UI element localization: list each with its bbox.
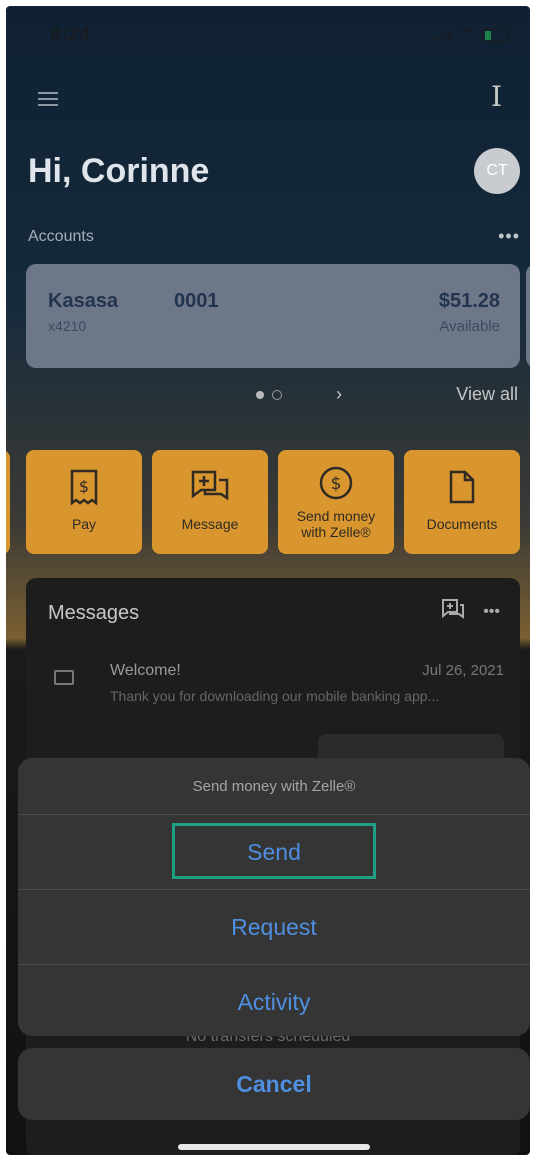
- document-icon: [448, 468, 476, 506]
- accounts-more-button[interactable]: •••: [498, 226, 520, 247]
- quick-action-partial[interactable]: [6, 450, 10, 554]
- envelope-icon: [54, 670, 74, 685]
- account-card[interactable]: Kasasa 0001 x4210 $51.28 Available: [26, 264, 520, 368]
- battery-icon: [482, 28, 510, 43]
- account-balance: $51.28: [438, 290, 500, 312]
- svg-text:$: $: [331, 474, 342, 494]
- text-cursor-icon: I: [490, 80, 502, 113]
- home-indicator: [178, 1144, 370, 1150]
- status-bar: 8:24: [50, 24, 510, 50]
- action-sheet: Send money with Zelle® Send Request Acti…: [18, 758, 530, 1036]
- menu-icon[interactable]: [38, 88, 58, 110]
- signal-icon: [434, 30, 452, 41]
- quick-action-zelle[interactable]: $ Send money with Zelle®: [278, 450, 394, 554]
- messages-more-button[interactable]: •••: [483, 603, 500, 621]
- accounts-heading: Accounts: [28, 228, 94, 245]
- account-name: Kasasa: [48, 290, 119, 312]
- carousel-next-button[interactable]: ›: [336, 384, 342, 405]
- pager-dot: [256, 391, 264, 399]
- quick-action-label: Documents: [426, 516, 498, 532]
- avatar[interactable]: CT: [474, 148, 520, 194]
- receipt-dollar-icon: $: [69, 468, 99, 506]
- app-screen: 8:24 I Hi, Corinne CT Accounts ••• Kasas…: [6, 6, 530, 1155]
- highlight-box: [172, 823, 376, 879]
- carousel-pager: [256, 390, 282, 400]
- next-account-card-peek[interactable]: [526, 264, 530, 368]
- cancel-button[interactable]: Cancel: [18, 1048, 530, 1120]
- quick-action-label: Message: [181, 516, 239, 532]
- balance-label: Available: [439, 318, 500, 335]
- dollar-circle-icon: $: [318, 464, 354, 502]
- svg-text:$: $: [79, 477, 89, 496]
- wifi-icon: [458, 28, 476, 43]
- send-option[interactable]: Send: [18, 815, 530, 890]
- quick-action-label: Send money with Zelle®: [296, 508, 376, 540]
- quick-action-label: Pay: [71, 516, 97, 532]
- activity-option[interactable]: Activity: [18, 965, 530, 1036]
- view-all-link[interactable]: View all: [456, 384, 518, 405]
- quick-action-message[interactable]: Message: [152, 450, 268, 554]
- greeting: Hi, Corinne: [28, 152, 210, 190]
- pager-dot: [272, 390, 282, 400]
- messages-title: Messages: [48, 602, 140, 624]
- quick-action-documents[interactable]: Documents: [404, 450, 520, 554]
- message-subject[interactable]: Welcome!: [110, 662, 181, 680]
- account-number: 0001: [174, 290, 219, 312]
- quick-action-pay[interactable]: $ Pay: [26, 450, 142, 554]
- new-message-icon[interactable]: [441, 598, 465, 625]
- message-add-icon: [191, 468, 229, 506]
- status-time: 8:24: [50, 24, 91, 46]
- account-mask: x4210: [48, 318, 87, 334]
- request-option[interactable]: Request: [18, 890, 530, 965]
- action-sheet-title: Send money with Zelle®: [18, 758, 530, 815]
- message-date: Jul 26, 2021: [422, 662, 504, 679]
- message-preview: Thank you for downloading our mobile ban…: [110, 688, 440, 704]
